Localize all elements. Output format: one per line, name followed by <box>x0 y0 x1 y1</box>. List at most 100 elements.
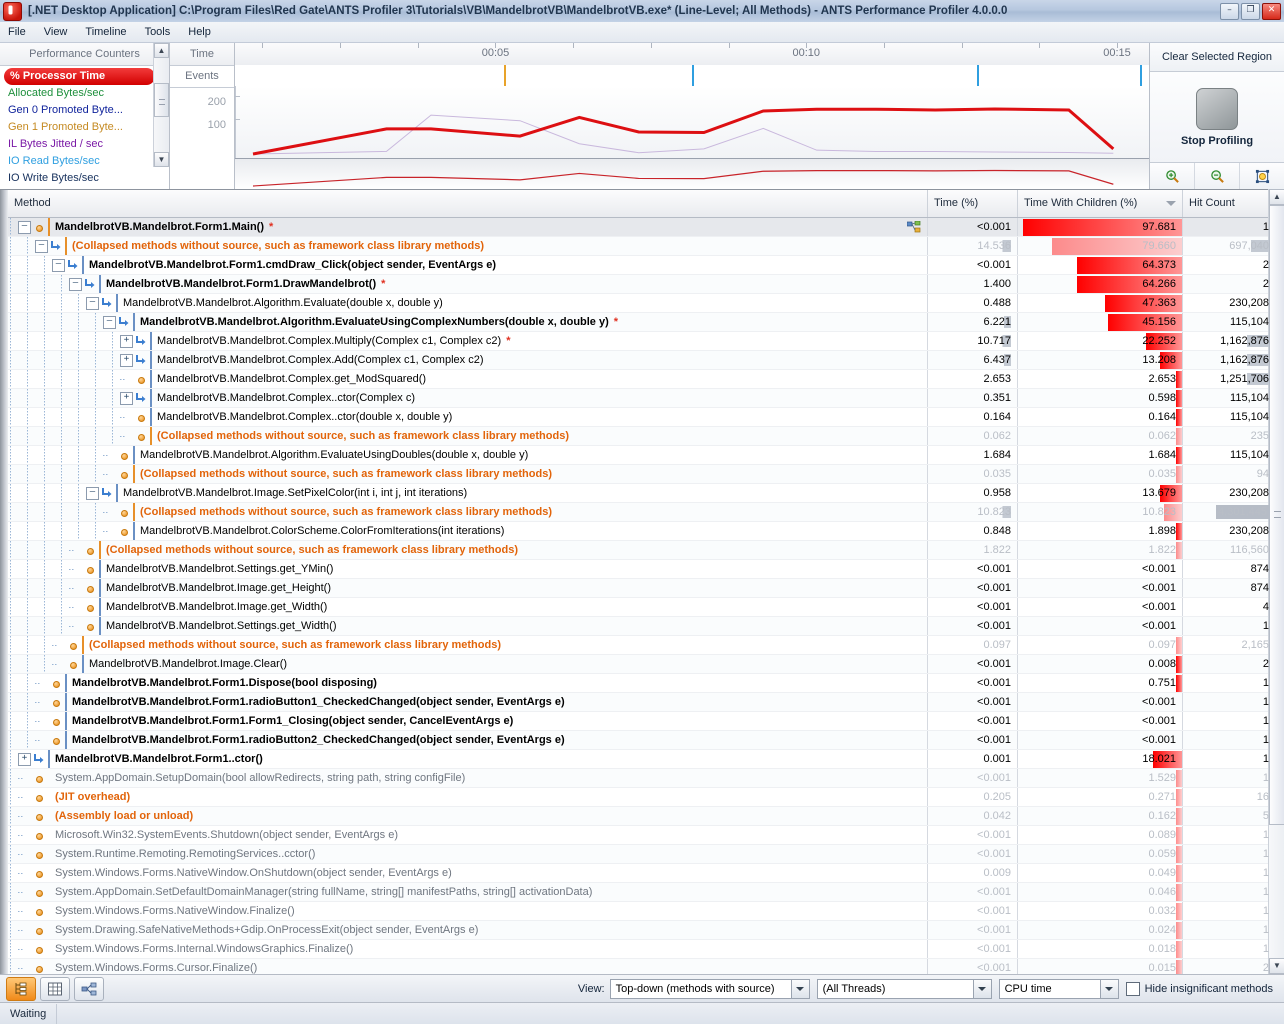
cell-method[interactable]: System.Windows.Forms.NativeWindow.OnShut… <box>8 864 928 882</box>
tree-collapse-toggle[interactable]: – <box>86 486 99 500</box>
cell-method[interactable]: + MandelbrotVB.Mandelbrot.Complex.Multipl… <box>8 332 928 350</box>
table-row[interactable]: – MandelbrotVB.Mandelbrot.Form1.cmdDraw_C… <box>8 256 1284 275</box>
tree-view-button[interactable] <box>6 976 36 1001</box>
table-row[interactable]: System.Windows.Forms.Cursor.Finalize() <0… <box>8 959 1284 974</box>
cell-method[interactable]: System.Windows.Forms.NativeWindow.Finali… <box>8 902 928 920</box>
close-button[interactable]: ✕ <box>1262 2 1281 20</box>
table-row[interactable]: MandelbrotVB.Mandelbrot.Form1.Form1_Clos… <box>8 712 1284 731</box>
hide-insignificant-checkbox[interactable] <box>1125 981 1140 996</box>
cell-method[interactable]: System.Drawing.SafeNativeMethods+Gdip.On… <box>8 921 928 939</box>
event-marker-2[interactable] <box>977 65 980 86</box>
timeline-chart[interactable] <box>235 86 1149 159</box>
event-marker-0[interactable] <box>503 65 506 86</box>
table-row[interactable]: (Collapsed methods without source, such … <box>8 427 1284 446</box>
table-row[interactable]: + MandelbrotVB.Mandelbrot.Complex..ctor(C… <box>8 389 1284 408</box>
table-row[interactable]: MandelbrotVB.Mandelbrot.Image.get_Height… <box>8 579 1284 598</box>
tree-expand-toggle[interactable]: + <box>120 353 133 367</box>
table-row[interactable]: + MandelbrotVB.Mandelbrot.Form1..ctor() 0.… <box>8 750 1284 769</box>
tree-expand-toggle[interactable]: + <box>120 391 133 405</box>
table-row[interactable]: MandelbrotVB.Mandelbrot.Settings.get_Wid… <box>8 617 1284 636</box>
cell-method[interactable]: + MandelbrotVB.Mandelbrot.Complex.Add(Com… <box>8 351 928 369</box>
cell-method[interactable]: System.Windows.Forms.Cursor.Finalize() <box>8 959 928 974</box>
stop-profiling-area[interactable]: Stop Profiling <box>1150 72 1284 162</box>
tree-expand-toggle[interactable]: + <box>18 752 31 766</box>
column-header-time[interactable]: Time (%) <box>928 190 1018 217</box>
table-row[interactable]: System.AppDomain.SetDefaultDomainManager… <box>8 883 1284 902</box>
thread-split-icon[interactable] <box>906 220 921 233</box>
table-row[interactable]: (Collapsed methods without source, such … <box>8 465 1284 484</box>
cell-method[interactable]: + MandelbrotVB.Mandelbrot.Form1..ctor() <box>8 750 928 768</box>
tree-collapse-toggle[interactable]: – <box>18 220 31 234</box>
table-row[interactable]: MandelbrotVB.Mandelbrot.Image.Clear() <0.… <box>8 655 1284 674</box>
counter-item-5[interactable]: IO Read Bytes/sec <box>0 153 169 170</box>
table-row[interactable]: MandelbrotVB.Mandelbrot.Complex.get_ModS… <box>8 370 1284 389</box>
table-row[interactable]: + MandelbrotVB.Mandelbrot.Complex.Add(Com… <box>8 351 1284 370</box>
counter-item-0[interactable]: % Processor Time <box>4 68 155 85</box>
counter-item-1[interactable]: Allocated Bytes/sec <box>0 85 169 102</box>
table-row[interactable]: – MandelbrotVB.Mandelbrot.Algorithm.Evalu… <box>8 313 1284 332</box>
cell-method[interactable]: MandelbrotVB.Mandelbrot.Complex..ctor(do… <box>8 408 928 426</box>
grid-scroll-up-icon[interactable]: ▲ <box>1269 189 1284 205</box>
timeline-axis[interactable]: 00:05 00:10 00:15 <box>235 43 1149 66</box>
hide-insignificant-checkbox-group[interactable]: Hide insignificant methods <box>1125 981 1278 996</box>
cell-method[interactable]: (JIT overhead) <box>8 788 928 806</box>
grid-rows[interactable]: – MandelbrotVB.Mandelbrot.Form1.Main() * <0… <box>8 218 1284 974</box>
table-row[interactable]: (Collapsed methods without source, such … <box>8 503 1284 522</box>
call-graph-view-button[interactable] <box>74 976 104 1001</box>
cell-method[interactable]: MandelbrotVB.Mandelbrot.Settings.get_Wid… <box>8 617 928 635</box>
cell-method[interactable]: System.AppDomain.SetupDomain(bool allowR… <box>8 769 928 787</box>
counter-item-4[interactable]: IL Bytes Jitted / sec <box>0 136 169 153</box>
table-row[interactable]: – MandelbrotVB.Mandelbrot.Algorithm.Evalu… <box>8 294 1284 313</box>
cell-method[interactable]: MandelbrotVB.Mandelbrot.Form1.radioButto… <box>8 731 928 749</box>
table-row[interactable]: – (Collapsed methods without source, such… <box>8 237 1284 256</box>
cell-method[interactable]: – MandelbrotVB.Mandelbrot.Form1.DrawMande… <box>8 275 928 293</box>
cell-method[interactable]: MandelbrotVB.Mandelbrot.Image.get_Height… <box>8 579 928 597</box>
cell-method[interactable]: MandelbrotVB.Mandelbrot.Form1.Dispose(bo… <box>8 674 928 692</box>
table-row[interactable]: – MandelbrotVB.Mandelbrot.Image.SetPixelC… <box>8 484 1284 503</box>
table-row[interactable]: MandelbrotVB.Mandelbrot.Algorithm.Evalua… <box>8 446 1284 465</box>
counters-scroll-up-icon[interactable]: ▲ <box>154 43 169 58</box>
table-row[interactable]: (Assembly load or unload) 0.042 0.162 5 <box>8 807 1284 826</box>
menu-item-view[interactable]: View <box>44 26 68 38</box>
counter-item-3[interactable]: Gen 1 Promoted Byte... <box>0 119 169 136</box>
table-row[interactable]: – MandelbrotVB.Mandelbrot.Form1.DrawMande… <box>8 275 1284 294</box>
table-row[interactable]: System.Windows.Forms.Internal.WindowsGra… <box>8 940 1284 959</box>
cell-method[interactable]: (Collapsed methods without source, such … <box>8 503 928 521</box>
event-marker-3[interactable] <box>1139 65 1142 86</box>
table-row[interactable]: (JIT overhead) 0.205 0.271 16 <box>8 788 1284 807</box>
counter-item-6[interactable]: IO Write Bytes/sec <box>0 170 169 187</box>
table-row[interactable]: MandelbrotVB.Mandelbrot.Image.get_Width(… <box>8 598 1284 617</box>
counters-scrollbar[interactable]: ▲ ▼ <box>153 43 169 167</box>
column-header-hit-count[interactable]: Hit Count <box>1183 190 1275 217</box>
cell-method[interactable]: (Assembly load or unload) <box>8 807 928 825</box>
cell-method[interactable]: MandelbrotVB.Mandelbrot.Image.Clear() <box>8 655 928 673</box>
threads-dropdown[interactable]: (All Threads) <box>816 978 992 999</box>
event-marker-1[interactable] <box>692 65 694 86</box>
zoom-in-button[interactable] <box>1150 163 1195 190</box>
timeline-overview-strip[interactable] <box>235 159 1149 189</box>
counters-scroll-thumb[interactable] <box>154 83 169 117</box>
timeline-events-track[interactable] <box>235 65 1149 87</box>
counters-scroll-down-icon[interactable]: ▼ <box>154 152 169 167</box>
tree-collapse-toggle[interactable]: – <box>86 296 99 310</box>
table-row[interactable]: System.AppDomain.SetupDomain(bool allowR… <box>8 769 1284 788</box>
maximize-button[interactable]: ❐ <box>1241 2 1260 20</box>
view-mode-dropdown[interactable]: Top-down (methods with source) <box>609 978 810 999</box>
menu-item-file[interactable]: File <box>8 26 26 38</box>
tree-expand-toggle[interactable]: + <box>120 334 133 348</box>
cell-method[interactable]: – (Collapsed methods without source, such… <box>8 237 928 255</box>
table-row[interactable]: – MandelbrotVB.Mandelbrot.Form1.Main() * <0… <box>8 218 1284 237</box>
tree-collapse-toggle[interactable]: – <box>35 239 48 253</box>
cell-method[interactable]: – MandelbrotVB.Mandelbrot.Form1.Main() * <box>8 218 928 236</box>
timing-mode-dropdown[interactable]: CPU time <box>998 978 1119 999</box>
cell-method[interactable]: System.Windows.Forms.Internal.WindowsGra… <box>8 940 928 958</box>
column-header-method[interactable]: Method <box>8 190 928 217</box>
table-row[interactable]: Microsoft.Win32.SystemEvents.Shutdown(ob… <box>8 826 1284 845</box>
performance-counters-list[interactable]: % Processor Time Allocated Bytes/sec Gen 0… <box>0 66 169 190</box>
zoom-fit-button[interactable] <box>1240 163 1284 190</box>
clear-selected-region-button[interactable]: Clear Selected Region <box>1150 43 1284 72</box>
cell-method[interactable]: MandelbrotVB.Mandelbrot.Image.get_Width(… <box>8 598 928 616</box>
grid-scroll-down-icon[interactable]: ▼ <box>1269 958 1284 974</box>
cell-method[interactable]: MandelbrotVB.Mandelbrot.Complex.get_ModS… <box>8 370 928 388</box>
grid-view-button[interactable] <box>40 976 70 1001</box>
